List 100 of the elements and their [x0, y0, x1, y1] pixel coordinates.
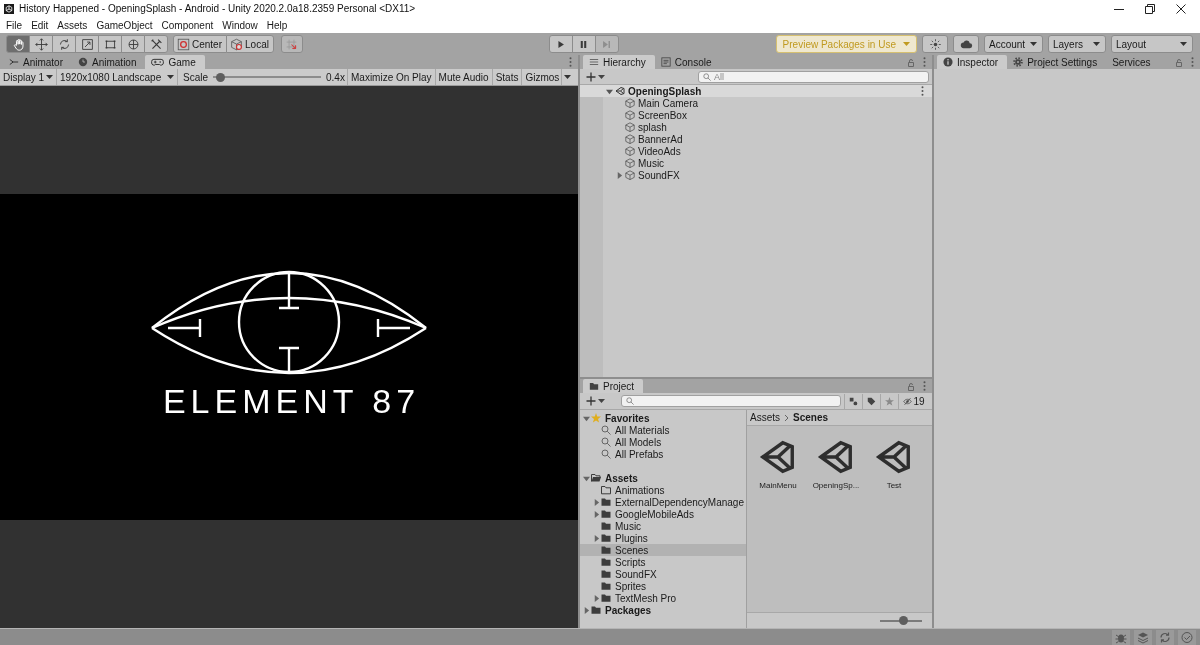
pivot-button[interactable]: Center — [173, 35, 227, 53]
more-icon[interactable] — [923, 57, 926, 67]
grid-snap-button[interactable] — [280, 35, 303, 53]
panel-tab[interactable]: Inspector — [937, 55, 1008, 69]
dropdown-button[interactable]: Layers — [1048, 35, 1106, 53]
tree-item[interactable]: All Models — [580, 436, 746, 448]
tool-button[interactable] — [121, 35, 145, 53]
sync-icon[interactable] — [1156, 629, 1174, 645]
dropdown-button[interactable]: Layout — [1111, 35, 1193, 53]
tree-item[interactable]: Plugins — [580, 532, 746, 544]
tree-item[interactable]: Assets — [580, 472, 746, 484]
panel-tab[interactable]: Game — [145, 55, 205, 69]
asset-item[interactable]: MainMenu — [749, 438, 807, 490]
gizmos-menu-button[interactable] — [561, 69, 574, 85]
tree-item[interactable]: BannerAd — [603, 133, 932, 145]
tool-button[interactable] — [6, 35, 30, 53]
gizmos-button[interactable]: Gizmos — [522, 69, 562, 85]
more-icon[interactable] — [1191, 57, 1194, 67]
lock-icon[interactable] — [907, 381, 915, 391]
toggle-button[interactable]: Maximize On Play — [348, 69, 436, 85]
display-dropdown[interactable]: Display 1 — [0, 69, 57, 85]
tree-item[interactable]: All Materials — [580, 424, 746, 436]
caret-icon[interactable] — [592, 498, 600, 506]
panel-tab[interactable]: Console — [654, 55, 721, 69]
resolution-dropdown[interactable]: 1920x1080 Landscape — [57, 69, 178, 85]
asset-item[interactable]: OpeningSp... — [807, 438, 865, 490]
tool-button[interactable] — [98, 35, 122, 53]
tree-item[interactable]: SoundFX — [580, 568, 746, 580]
search-field[interactable] — [621, 395, 841, 407]
toggle-button[interactable]: Mute Audio — [435, 69, 493, 85]
caret-icon[interactable] — [592, 594, 600, 602]
menu-item[interactable]: GameObject — [96, 19, 153, 31]
caret-icon[interactable] — [592, 534, 600, 542]
caret-icon[interactable] — [582, 606, 590, 614]
menu-item[interactable]: Edit — [31, 19, 49, 31]
lock-icon[interactable] — [907, 57, 915, 67]
menu-item[interactable]: Assets — [57, 19, 88, 31]
tool-button[interactable] — [144, 35, 168, 53]
more-icon[interactable] — [921, 86, 924, 96]
tree-item[interactable]: splash — [603, 121, 932, 133]
tool-button[interactable] — [29, 35, 53, 53]
restore-icon[interactable] — [1145, 3, 1155, 14]
cloud-button[interactable] — [953, 35, 979, 53]
asset-item[interactable]: Test — [865, 438, 923, 490]
tree-item[interactable]: All Prefabs — [580, 448, 746, 460]
tree-item[interactable]: Scripts — [580, 556, 746, 568]
menu-item[interactable]: Component — [161, 19, 214, 31]
layers-icon[interactable] — [1134, 629, 1152, 645]
tree-item[interactable]: SoundFX — [603, 169, 932, 181]
panel-tab[interactable]: Animation — [72, 55, 146, 69]
tree-item[interactable]: TextMesh Pro — [580, 592, 746, 604]
playback-button[interactable] — [548, 35, 573, 53]
breadcrumb-link[interactable]: Assets — [750, 412, 780, 423]
panel-tab[interactable]: Project Settings — [1007, 55, 1107, 69]
panel-tab[interactable]: Project — [583, 379, 644, 393]
tool-button[interactable] — [52, 35, 76, 53]
panel-tab[interactable]: Services — [1106, 55, 1160, 69]
add-button[interactable] — [584, 70, 607, 83]
scene-header-row[interactable]: OpeningSplash — [580, 85, 932, 97]
bug-icon[interactable] — [1112, 629, 1130, 645]
tree-item[interactable]: Favorites — [580, 412, 746, 424]
light-button[interactable] — [922, 35, 948, 53]
caret-icon[interactable] — [582, 474, 590, 482]
menu-item[interactable]: File — [6, 19, 23, 31]
panel-tab[interactable]: Animator — [3, 55, 72, 69]
more-icon[interactable] — [569, 57, 572, 67]
hidden-packages-button[interactable]: 19 — [898, 393, 929, 409]
tree-item[interactable]: Music — [603, 157, 932, 169]
menu-item[interactable]: Window — [222, 19, 258, 31]
slider-thumb[interactable] — [899, 616, 909, 625]
tree-item[interactable]: ExternalDependencyManage — [580, 496, 746, 508]
tree-item[interactable]: Music — [580, 520, 746, 532]
caret-icon[interactable] — [592, 510, 600, 518]
caret-icon[interactable] — [615, 171, 623, 179]
search-field[interactable]: All — [698, 70, 929, 83]
panel-tab[interactable]: Hierarchy — [583, 55, 655, 69]
caret-icon[interactable] — [582, 414, 590, 422]
menu-item[interactable]: Help — [266, 19, 288, 31]
breadcrumb-link[interactable]: Scenes — [793, 412, 829, 423]
tree-item[interactable]: Animations — [580, 484, 746, 496]
tree-item[interactable]: Packages — [580, 604, 746, 616]
tree-item[interactable]: GoogleMobileAds — [580, 508, 746, 520]
lock-icon[interactable] — [1175, 57, 1183, 67]
close-icon[interactable] — [1176, 3, 1186, 14]
tool-button[interactable] — [75, 35, 99, 53]
add-button[interactable] — [584, 394, 607, 408]
pivot-button[interactable]: Local — [226, 35, 274, 53]
scale-slider-track[interactable] — [213, 72, 321, 82]
more-icon[interactable] — [923, 381, 926, 391]
caret-icon[interactable] — [605, 87, 613, 95]
playback-button[interactable] — [571, 35, 596, 53]
dropdown-button[interactable]: Account — [984, 35, 1043, 53]
tree-item[interactable]: Sprites — [580, 580, 746, 592]
toggle-button[interactable]: Stats — [492, 69, 523, 85]
check-circle-icon[interactable] — [1178, 629, 1196, 645]
tree-item[interactable]: Scenes — [580, 544, 746, 556]
tree-item[interactable]: ScreenBox — [603, 109, 932, 121]
tree-item[interactable]: VideoAds — [603, 145, 932, 157]
slider-thumb[interactable] — [216, 72, 225, 82]
tree-item[interactable]: Main Camera — [603, 97, 932, 109]
